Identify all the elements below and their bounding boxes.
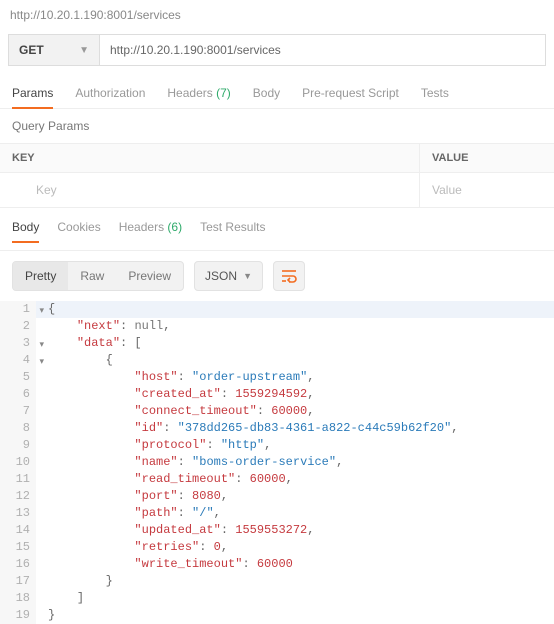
fold-icon[interactable]: ▾ <box>39 337 44 354</box>
response-toolbar: Pretty Raw Preview JSON ▼ <box>0 251 554 301</box>
chevron-down-icon: ▼ <box>243 271 252 281</box>
column-value: VALUE <box>420 144 554 172</box>
tab-authorization[interactable]: Authorization <box>75 86 145 108</box>
wrap-icon <box>281 269 297 283</box>
resp-tab-body[interactable]: Body <box>12 220 39 242</box>
request-row: GET ▼ http://10.20.1.190:8001/services <box>0 28 554 76</box>
view-mode-segment: Pretty Raw Preview <box>12 261 184 291</box>
format-select[interactable]: JSON ▼ <box>194 261 263 291</box>
code-text: { <box>48 302 55 316</box>
resp-tab-cookies[interactable]: Cookies <box>57 220 100 242</box>
request-url-value: http://10.20.1.190:8001/services <box>110 43 281 57</box>
tab-prerequest[interactable]: Pre-request Script <box>302 86 399 108</box>
request-url-input[interactable]: http://10.20.1.190:8001/services <box>100 34 546 66</box>
resp-tab-headers-label: Headers <box>119 220 164 234</box>
query-value-input[interactable]: Value <box>420 173 554 207</box>
view-pretty[interactable]: Pretty <box>13 262 68 290</box>
chevron-down-icon: ▼ <box>79 45 89 56</box>
fold-icon[interactable]: ▾ <box>39 303 44 320</box>
request-tabs: Params Authorization Headers (7) Body Pr… <box>0 76 554 109</box>
resp-tab-results[interactable]: Test Results <box>200 220 265 242</box>
tab-body[interactable]: Body <box>253 86 280 108</box>
view-raw[interactable]: Raw <box>68 262 116 290</box>
query-param-row: Key Value <box>0 173 554 208</box>
query-key-input[interactable]: Key <box>0 173 420 207</box>
http-method-select[interactable]: GET ▼ <box>8 34 100 66</box>
tab-headers-count: (7) <box>216 86 231 100</box>
response-tabs: Body Cookies Headers (6) Test Results <box>0 208 554 251</box>
tab-headers[interactable]: Headers (7) <box>167 86 230 108</box>
window-url: http://10.20.1.190:8001/services <box>0 0 554 28</box>
wrap-lines-button[interactable] <box>273 261 305 291</box>
fold-icon[interactable]: ▾ <box>39 354 44 371</box>
tab-headers-label: Headers <box>167 86 212 100</box>
view-preview[interactable]: Preview <box>116 262 183 290</box>
tab-tests[interactable]: Tests <box>421 86 449 108</box>
query-params-title: Query Params <box>0 109 554 143</box>
resp-tab-headers-count: (6) <box>167 220 182 234</box>
response-body-editor[interactable]: 1▾{ 2 "next": null, 3▾ "data": [ 4▾ { 5 … <box>0 301 554 624</box>
tab-params[interactable]: Params <box>12 86 53 108</box>
http-method-value: GET <box>19 43 44 57</box>
column-key: KEY <box>0 144 420 172</box>
resp-tab-headers[interactable]: Headers (6) <box>119 220 182 242</box>
query-params-header: KEY VALUE <box>0 143 554 173</box>
format-value: JSON <box>205 269 237 283</box>
